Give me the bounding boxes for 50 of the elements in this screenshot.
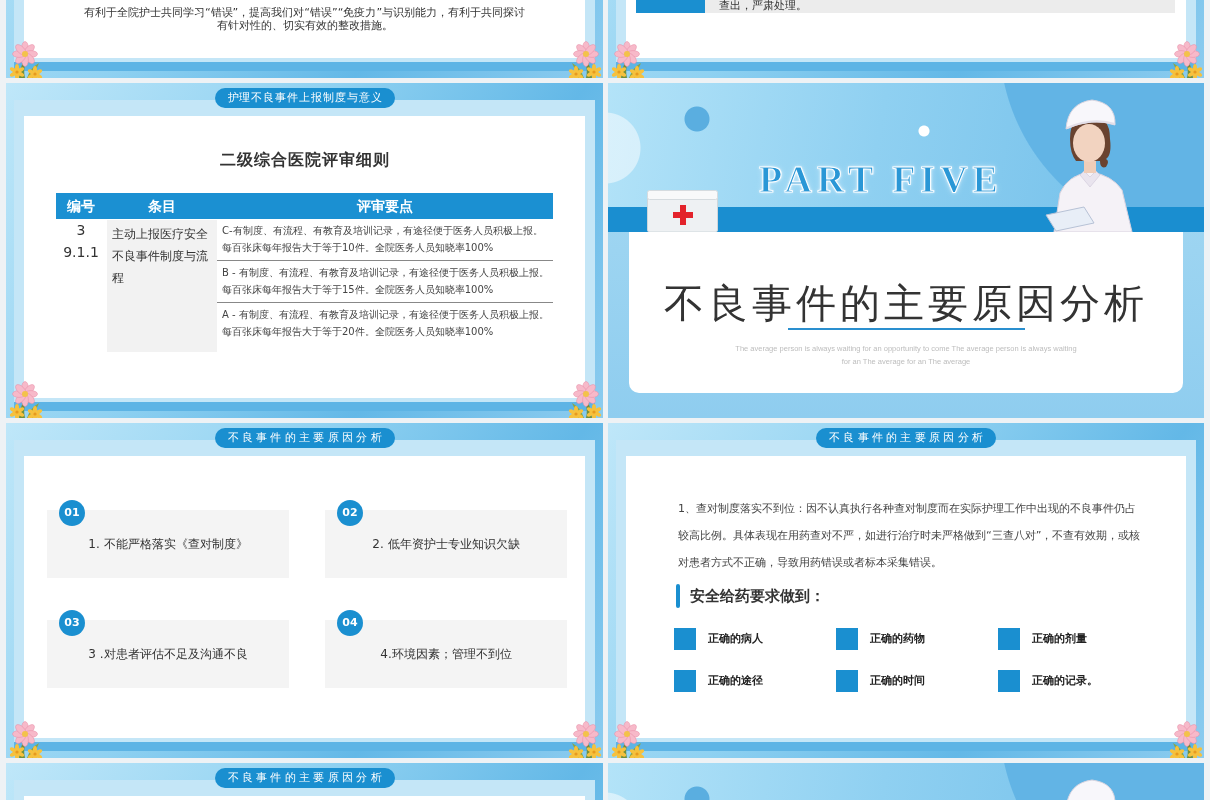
square-bullet-icon xyxy=(674,670,696,692)
reason-text: 2. 低年资护士专业知识欠缺 xyxy=(372,535,520,553)
body-paragraph: 有利于全院护士共同学习“错误”，提高我们对“错误”“免疫力”与识别能力，有利于共同探讨有针对性的、切实有效的整改措施。 xyxy=(82,6,527,32)
flower-icon xyxy=(610,720,646,758)
table-cell: B - 有制度、有流程、有教育及培训记录，有途径便于医务人员积极上报。每百张床每年报告大于等于15件。全院医务人员知晓率100% xyxy=(217,261,553,303)
reason-text: 3 .对患者评估不足及沟通不良 xyxy=(88,645,248,663)
slide-title: 二级综合医院评审细则 xyxy=(219,151,390,169)
body-paragraph: 1、查对制度落实不到位：因不认真执行各种查对制度而在实际护理工作中出现的不良事件仍占较高比例。具体表现在用药查对不严，如进行治疗时未严格做到“三查八对”，不查有效期，或核对患者方式不正确，导致用药错误或者标本采集错误。 xyxy=(678,501,1142,571)
flower-icon xyxy=(567,40,603,78)
section-title: 不良事件的主要原因分析 xyxy=(664,280,1148,326)
flower-icon xyxy=(567,380,603,418)
flower-icon xyxy=(610,40,646,78)
flower-icon xyxy=(8,720,44,758)
flower-icon xyxy=(8,40,44,78)
table-cell-text: 3 9.1.1 xyxy=(62,221,100,262)
table-cell-text: A - 有制度、有流程、有教育及培训记录，有途径便于医务人员积极上报。每百张床每年报告大于等于20件。全院医务人员知晓率100% xyxy=(221,308,550,339)
requirement-label: 正确的时间 xyxy=(870,674,925,688)
table-cell: 主动上报医疗安全不良事件制度与流程 xyxy=(107,220,217,352)
section-label: 护理不良事件上报制度与意义 xyxy=(214,88,395,108)
flower-icon xyxy=(567,720,603,758)
section-label: 不良事件的主要原因分析 xyxy=(816,428,996,448)
accent-bar-icon xyxy=(676,584,680,608)
section-label: 不良事件的主要原因分析 xyxy=(214,428,395,448)
table-cell: C-有制度、有流程、有教育及培训记录，有途径便于医务人员积极上报。每百张床每年报告大于等于10件。全院医务人员知晓率100% xyxy=(217,219,553,261)
reason-text: 4.环境因素；管理不到位 xyxy=(380,645,512,663)
requirement-label: 正确的病人 xyxy=(708,632,763,646)
section-label: 不良事件的主要原因分析 xyxy=(214,768,395,788)
square-bullet-icon xyxy=(836,628,858,650)
number-badge: 01 xyxy=(59,500,85,526)
flower-icon xyxy=(1168,40,1204,78)
flower-icon xyxy=(1168,720,1204,758)
number-badge: 03 xyxy=(59,610,85,636)
table-header-cell: 评审要点 xyxy=(217,193,553,219)
requirement-label: 正确的剂量 xyxy=(1032,632,1087,646)
flower-icon xyxy=(8,380,44,418)
callout-text: 查出，严肃处理。 xyxy=(719,0,807,11)
table-header-cell: 条目 xyxy=(106,193,217,219)
requirement-label: 正确的途径 xyxy=(708,674,763,688)
number-badge: 04 xyxy=(337,610,363,636)
requirement-label: 正确的药物 xyxy=(870,632,925,646)
table-header-cell: 编号 xyxy=(56,193,106,219)
square-bullet-icon xyxy=(674,628,696,650)
number-badge: 02 xyxy=(337,500,363,526)
square-bullet-icon xyxy=(836,670,858,692)
square-bullet-icon xyxy=(998,628,1020,650)
reason-text: 1. 不能严格落实《查对制度》 xyxy=(88,535,248,553)
section-heading: 安全给药要求做到： xyxy=(690,586,825,606)
square-bullet-icon xyxy=(998,670,1020,692)
part-heading: PART FIVE xyxy=(759,157,1003,201)
requirement-label: 正确的记录。 xyxy=(1032,674,1098,688)
